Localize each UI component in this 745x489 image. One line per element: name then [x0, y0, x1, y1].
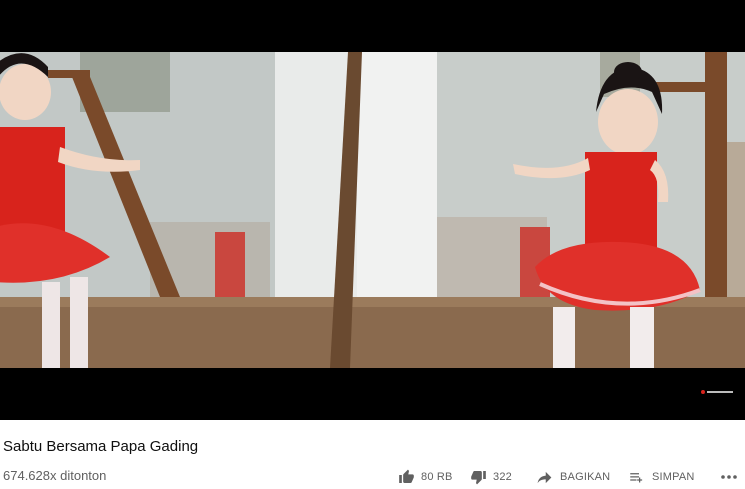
video-actions: 80 RB 322 BAGIKAN SIMPAN [398, 466, 740, 488]
more-options-button[interactable] [718, 474, 740, 480]
thumb-up-icon [399, 469, 414, 483]
playlist-add-icon [630, 472, 643, 482]
channel-watermark-icon [701, 390, 733, 394]
video-frame[interactable] [0, 52, 745, 368]
like-count: 80 RB [421, 471, 453, 483]
dislike-count: 322 [493, 471, 512, 483]
video-player[interactable] [0, 0, 745, 420]
share-arrow-icon [537, 471, 552, 483]
like-button[interactable]: 80 RB [398, 469, 470, 485]
more-horizontal-icon [721, 475, 737, 479]
video-title: Sabtu Bersama Papa Gading [3, 438, 199, 455]
save-button[interactable]: SIMPAN [628, 470, 718, 485]
video-frame-image [0, 52, 745, 368]
share-label: BAGIKAN [560, 471, 611, 483]
save-label: SIMPAN [652, 471, 695, 483]
dislike-button[interactable]: 322 [470, 469, 536, 485]
view-count: 674.628x ditonton [3, 468, 107, 483]
thumb-down-icon [471, 471, 486, 485]
share-button[interactable]: BAGIKAN [536, 470, 628, 485]
